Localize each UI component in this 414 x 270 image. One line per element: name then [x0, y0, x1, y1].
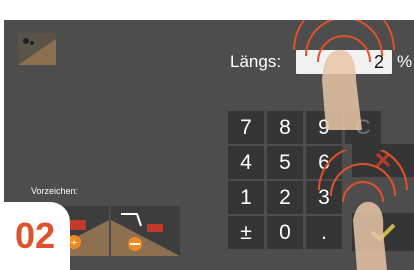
key-5[interactable]: 5	[267, 146, 303, 179]
slope-mode-icon[interactable]	[18, 33, 56, 65]
sign-minus-button[interactable]	[111, 206, 180, 256]
laengs-label: Längs:	[230, 52, 282, 71]
key-7[interactable]: 7	[228, 111, 264, 144]
key-plus-minus[interactable]: ±	[228, 216, 264, 249]
key-2[interactable]: 2	[267, 181, 303, 214]
key-8[interactable]: 8	[267, 111, 303, 144]
cancel-button[interactable]: ✕	[352, 144, 414, 177]
key-1[interactable]: 1	[228, 181, 264, 214]
percent-unit: %	[397, 52, 413, 71]
sign-label: Vorzeichen:	[31, 186, 79, 196]
key-decimal[interactable]: .	[306, 216, 342, 249]
key-6[interactable]: 6	[306, 146, 342, 179]
key-9[interactable]: 9	[306, 111, 342, 144]
key-3[interactable]: 3	[306, 181, 342, 214]
key-4[interactable]: 4	[228, 146, 264, 179]
checkmark-icon	[370, 223, 396, 242]
step-number-badge: 02	[0, 202, 70, 270]
svg-text:+: +	[71, 237, 77, 249]
confirm-button[interactable]	[352, 213, 414, 251]
laengs-value: 2	[373, 52, 384, 72]
laengs-input[interactable]: 2	[296, 50, 392, 74]
key-0[interactable]: 0	[267, 216, 303, 249]
close-icon: ✕	[373, 147, 393, 173]
key-clear[interactable]: C	[345, 111, 381, 144]
